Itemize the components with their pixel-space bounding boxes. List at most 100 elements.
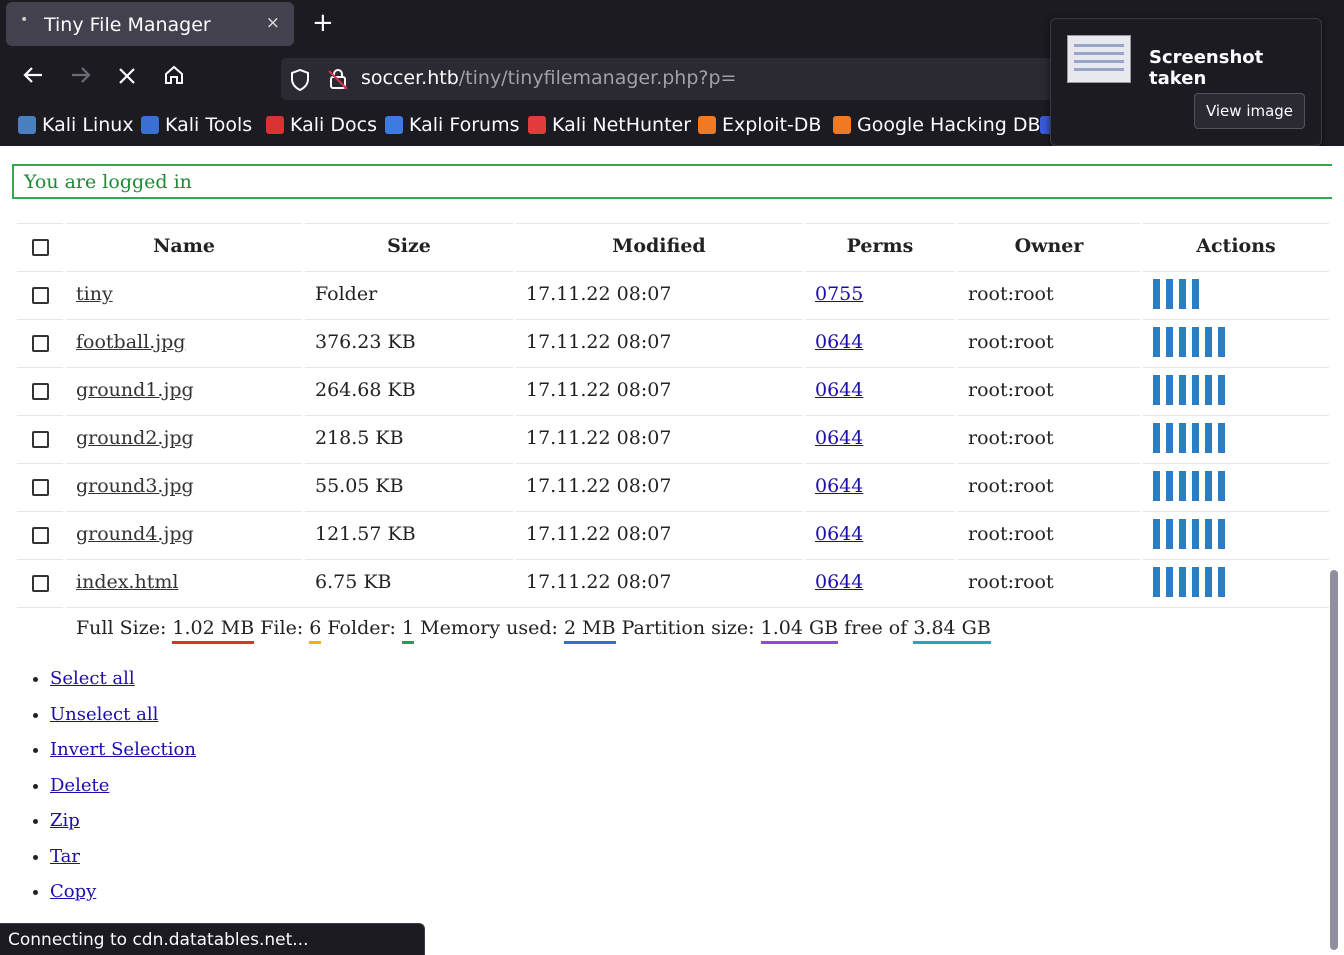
action-icon[interactable]	[1179, 279, 1186, 309]
perms-link[interactable]: 0644	[815, 523, 863, 545]
link-select-all[interactable]: Select all	[50, 668, 135, 689]
file-link[interactable]: tiny	[76, 283, 113, 305]
bookmark-kali-forums[interactable]: Kali Forums	[385, 114, 520, 136]
home-icon[interactable]	[163, 64, 185, 92]
row-checkbox[interactable]	[31, 574, 49, 592]
table-row[interactable]: ground1.jpg 264.68 KB 17.11.22 08:07 0644 ro…	[17, 367, 1329, 412]
row-checkbox[interactable]	[31, 478, 49, 496]
file-link[interactable]: ground3.jpg	[76, 475, 194, 497]
action-icon[interactable]	[1192, 423, 1199, 453]
table-row[interactable]: football.jpg 376.23 KB 17.11.22 08:07 0644 r…	[17, 319, 1329, 364]
bookmark-kali-linux[interactable]: Kali Linux	[18, 114, 134, 136]
perms-link[interactable]: 0644	[815, 475, 863, 497]
perms-link[interactable]: 0644	[815, 379, 863, 401]
new-tab-button[interactable]: +	[312, 10, 334, 36]
action-icon[interactable]	[1192, 567, 1199, 597]
table-row[interactable]: ground3.jpg 55.05 KB 17.11.22 08:07 0644 roo…	[17, 463, 1329, 508]
perms-link[interactable]: 0644	[815, 571, 863, 593]
action-icon[interactable]	[1205, 423, 1212, 453]
screenshot-thumbnail[interactable]	[1067, 35, 1131, 83]
table-row[interactable]: tiny Folder 17.11.22 08:07 0755 root:root	[17, 271, 1329, 316]
link-copy[interactable]: Copy	[50, 881, 96, 902]
back-arrow-icon[interactable]	[22, 64, 44, 92]
file-link[interactable]: ground1.jpg	[76, 379, 194, 401]
action-icon[interactable]	[1166, 423, 1173, 453]
table-row[interactable]: index.html 6.75 KB 17.11.22 08:07 0644 root:…	[17, 559, 1329, 604]
action-icon[interactable]	[1218, 471, 1225, 501]
action-icon[interactable]	[1166, 375, 1173, 405]
action-icon[interactable]	[1166, 471, 1173, 501]
action-icon[interactable]	[1192, 471, 1199, 501]
select-all-header[interactable]	[17, 223, 63, 268]
tab-tiny-file-manager[interactable]: • Tiny File Manager ×	[6, 2, 294, 46]
file-link[interactable]: ground4.jpg	[76, 523, 194, 545]
link-delete[interactable]: Delete	[50, 775, 109, 796]
row-checkbox[interactable]	[31, 286, 49, 304]
action-icon[interactable]	[1179, 567, 1186, 597]
action-icon[interactable]	[1179, 327, 1186, 357]
action-icon[interactable]	[1218, 327, 1225, 357]
table-row[interactable]: ground4.jpg 121.57 KB 17.11.22 08:07 0644 ro…	[17, 511, 1329, 556]
bookmark-kali-nethunter[interactable]: Kali NetHunter	[528, 114, 691, 136]
table-row[interactable]: ground2.jpg 218.5 KB 17.11.22 08:07 0644 roo…	[17, 415, 1329, 460]
action-icon[interactable]	[1192, 375, 1199, 405]
link-zip[interactable]: Zip	[50, 810, 80, 831]
header-size[interactable]: Size	[305, 223, 513, 268]
action-icon[interactable]	[1192, 279, 1199, 309]
action-icon[interactable]	[1218, 423, 1225, 453]
action-icon[interactable]	[1153, 567, 1160, 597]
bookmark-kali-tools[interactable]: Kali Tools	[141, 114, 252, 136]
select-all-checkbox[interactable]	[31, 238, 49, 256]
insecure-lock-icon[interactable]	[327, 67, 349, 95]
action-icon[interactable]	[1218, 375, 1225, 405]
header-perms[interactable]: Perms	[805, 223, 955, 268]
row-checkbox[interactable]	[31, 382, 49, 400]
forward-arrow-icon[interactable]	[70, 64, 92, 92]
bookmark-exploit-db[interactable]: Exploit-DB	[698, 114, 821, 136]
action-icon[interactable]	[1179, 519, 1186, 549]
action-icon[interactable]	[1205, 567, 1212, 597]
file-link[interactable]: index.html	[76, 571, 178, 593]
action-icon[interactable]	[1179, 375, 1186, 405]
view-image-button[interactable]: View image	[1194, 93, 1305, 129]
row-checkbox[interactable]	[31, 430, 49, 448]
action-icon[interactable]	[1218, 519, 1225, 549]
action-icon[interactable]	[1153, 279, 1160, 309]
file-link[interactable]: football.jpg	[76, 331, 185, 353]
action-icon[interactable]	[1166, 519, 1173, 549]
header-name[interactable]: Name	[66, 223, 302, 268]
action-icon[interactable]	[1205, 471, 1212, 501]
action-icon[interactable]	[1153, 327, 1160, 357]
action-icon[interactable]	[1153, 471, 1160, 501]
bookmark-google-hacking-db[interactable]: Google Hacking DB	[833, 114, 1041, 136]
perms-link[interactable]: 0644	[815, 427, 863, 449]
page-scrollbar[interactable]	[1330, 570, 1338, 950]
perms-link[interactable]: 0755	[815, 283, 863, 305]
action-icon[interactable]	[1153, 423, 1160, 453]
bookmark-kali-docs[interactable]: Kali Docs	[266, 114, 377, 136]
file-link[interactable]: ground2.jpg	[76, 427, 194, 449]
action-icon[interactable]	[1205, 327, 1212, 357]
action-icon[interactable]	[1166, 327, 1173, 357]
link-unselect-all[interactable]: Unselect all	[50, 704, 158, 725]
tab-close-icon[interactable]: ×	[266, 13, 280, 33]
shield-icon[interactable]	[289, 68, 311, 96]
action-icon[interactable]	[1192, 519, 1199, 549]
action-icon[interactable]	[1166, 279, 1173, 309]
action-icon[interactable]	[1179, 471, 1186, 501]
action-icon[interactable]	[1205, 375, 1212, 405]
link-invert-selection[interactable]: Invert Selection	[50, 739, 196, 760]
stop-loading-icon[interactable]	[117, 64, 137, 92]
action-icon[interactable]	[1153, 519, 1160, 549]
action-icon[interactable]	[1166, 567, 1173, 597]
link-tar[interactable]: Tar	[50, 846, 80, 867]
action-icon[interactable]	[1153, 375, 1160, 405]
action-icon[interactable]	[1192, 327, 1199, 357]
header-owner[interactable]: Owner	[958, 223, 1140, 268]
action-icon[interactable]	[1205, 519, 1212, 549]
action-icon[interactable]	[1218, 567, 1225, 597]
address-bar[interactable]: soccer.htb/tiny/tinyfilemanager.php?p=	[281, 58, 1161, 100]
row-checkbox[interactable]	[31, 334, 49, 352]
perms-link[interactable]: 0644	[815, 331, 863, 353]
action-icon[interactable]	[1179, 423, 1186, 453]
